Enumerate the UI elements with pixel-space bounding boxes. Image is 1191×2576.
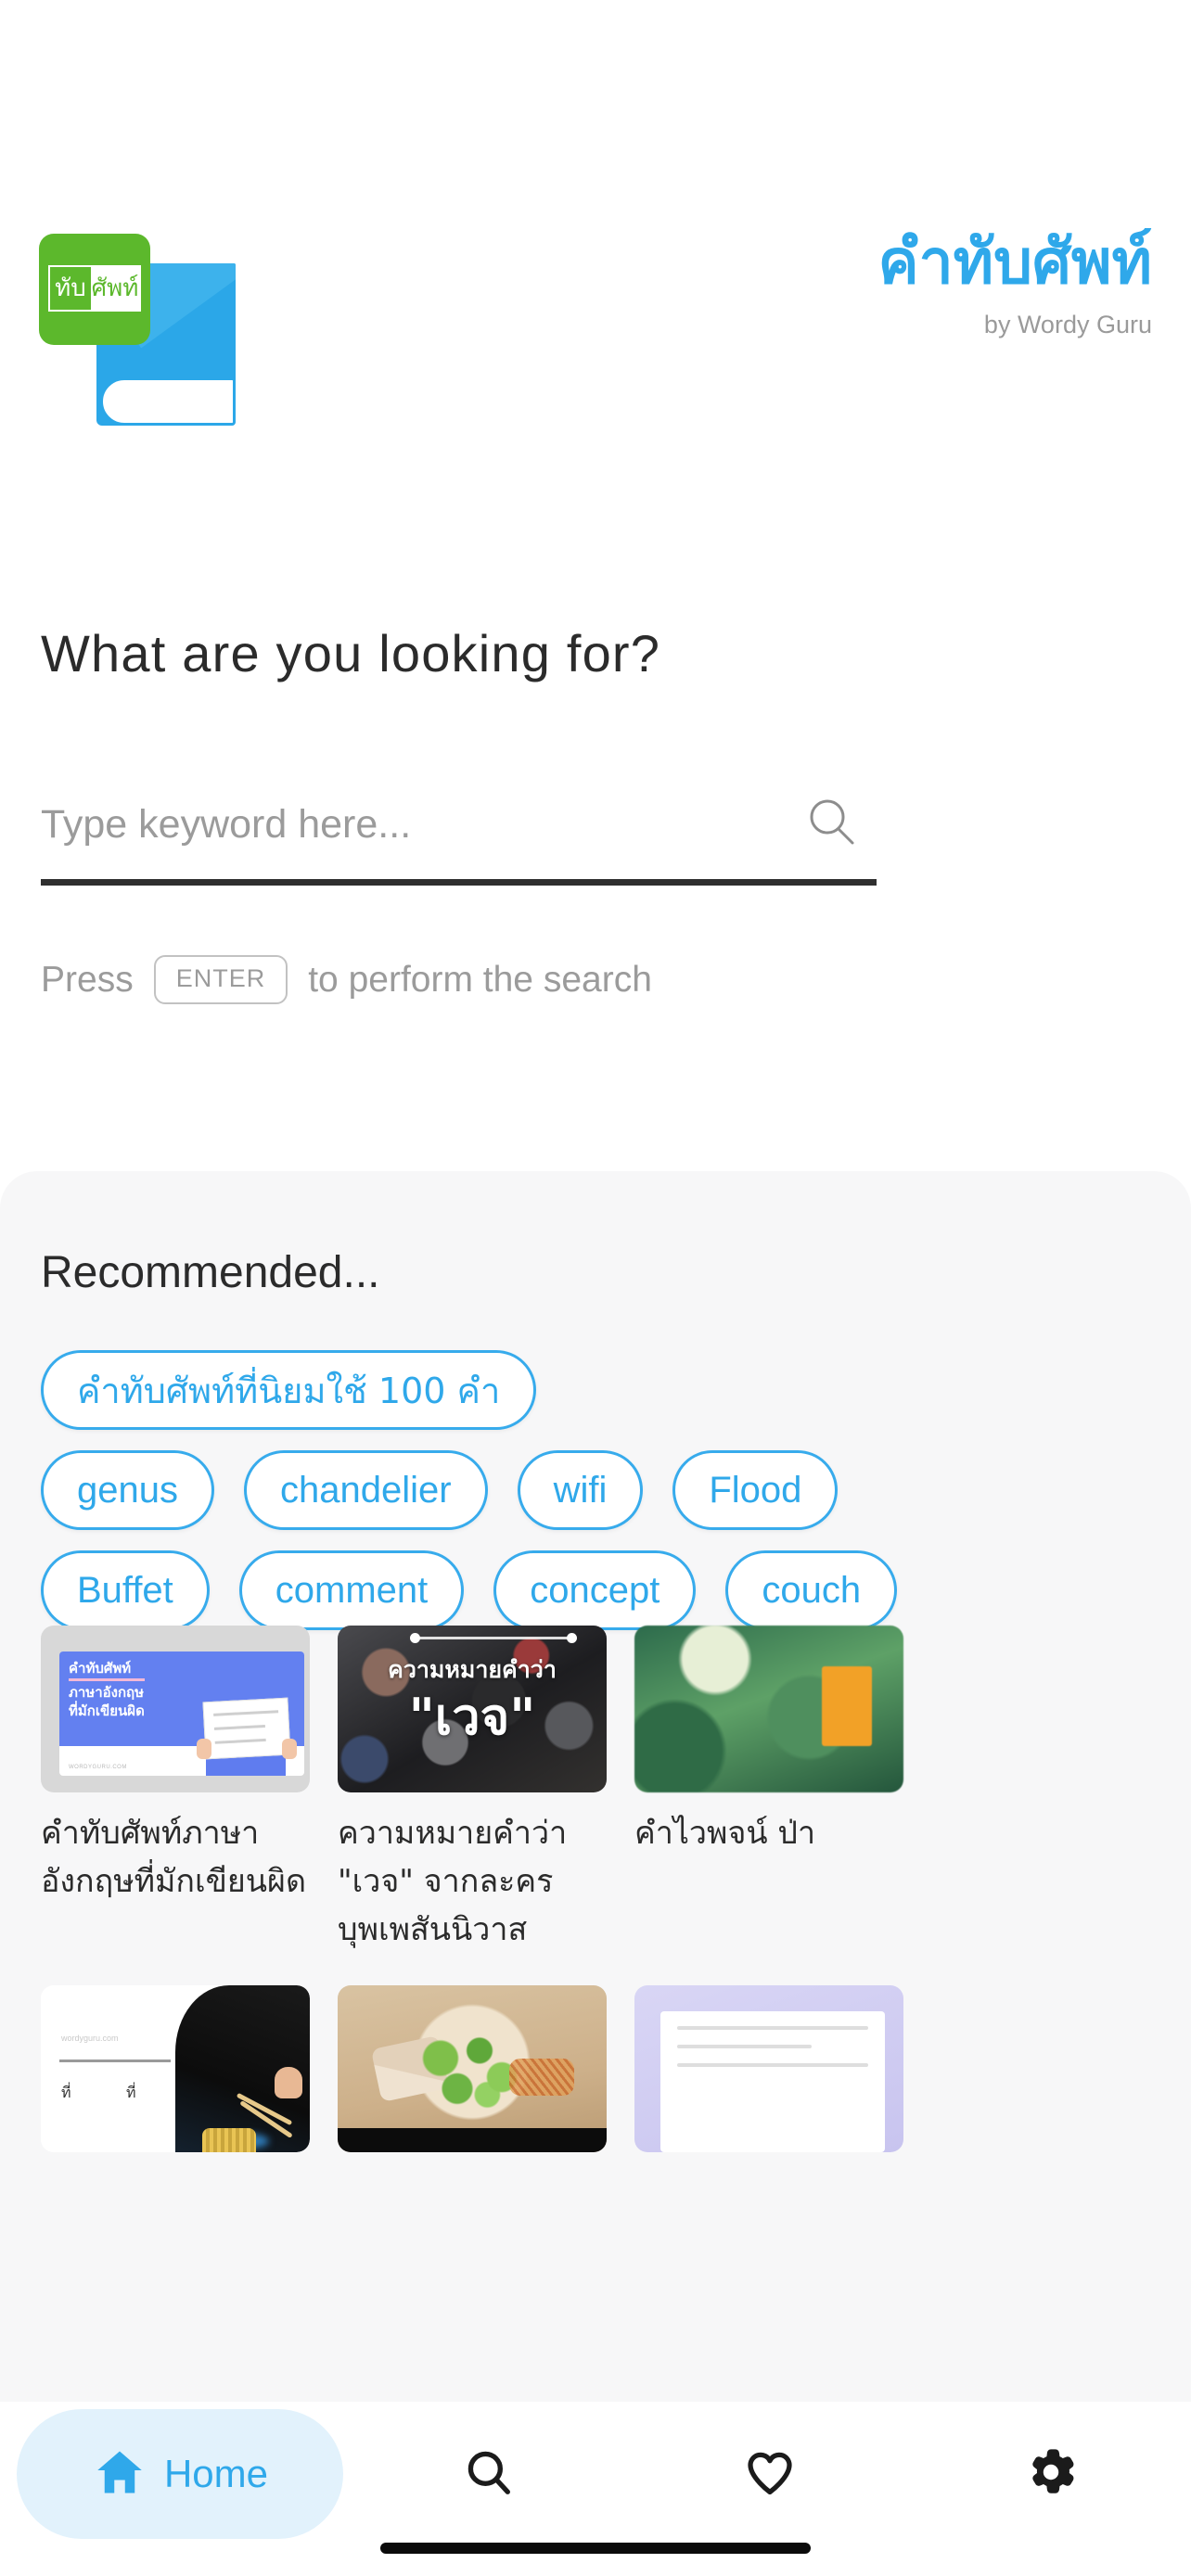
search-hint: Press ENTER to perform the search [41,955,652,1004]
app-subtitle: by Wordy Guru [983,311,1152,338]
thumb-text-1: ที่ [61,2084,71,2101]
thumb-line-3: ที่มักเขียนผิด [69,1702,145,1719]
chip-row: Buffet comment concept couch [41,1550,1191,1630]
article-thumbnail: wordyguru.com ที่ ที่ [41,1985,310,2152]
article-title: คำทับศัพท์ภาษาอังกฤษที่มักเขียนผิด [41,1815,307,1900]
nav-item-favorites[interactable] [630,2409,911,2539]
nav-item-settings[interactable] [910,2409,1191,2539]
logo-wordmark: ทับ ศัพท์ [48,265,141,312]
article-card[interactable]: คำไวพจน์ ป่า [634,1626,903,1954]
article-title: ความหมายคำว่า "เวจ" จากละครบุพเพสันนิวาส [338,1815,568,1948]
recommended-panel: Recommended... คำทับศัพท์ที่นิยมใช้ 100 … [0,1171,1191,2409]
article-thumbnail [338,1985,607,2152]
recommended-title: Recommended... [41,1248,380,1297]
article-thumbnail [634,1985,903,2152]
logo-text-right: ศัพท์ [91,267,139,310]
nav-item-home[interactable]: Home [17,2409,343,2539]
article-thumbnail: คำทับศัพท์ ภาษาอังกฤษ ที่มักเขียนผิด WOR… [41,1626,310,1792]
hint-after: to perform the search [308,959,652,1000]
chip-item[interactable]: concept [493,1550,697,1630]
article-card[interactable] [634,1985,903,2152]
enter-key-badge: ENTER [153,955,288,1004]
nav-item-search[interactable] [349,2409,630,2539]
chip-row: คำทับศัพท์ที่นิยมใช้ 100 คำ [41,1350,1191,1430]
home-icon [92,2444,147,2505]
app-logo: ทับ ศัพท์ [39,234,236,433]
search-icon [462,2445,516,2504]
thumb-text-2: ที่ [126,2084,136,2101]
article-title: คำไวพจน์ ป่า [634,1815,816,1852]
gear-icon [1024,2445,1078,2504]
article-row: คำทับศัพท์ ภาษาอังกฤษ ที่มักเขียนผิด WOR… [41,1626,1191,1954]
app-title: คำทับศัพท์ [877,226,1152,298]
logo-tile: ทับ ศัพท์ [39,234,150,345]
chip-item[interactable]: Flood [672,1450,839,1530]
thumb-overlay-1: ความหมายคำว่า [388,1656,557,1683]
page-title: What are you looking for? [41,624,661,682]
search-box[interactable] [41,774,877,886]
article-thumbnail [634,1626,903,1792]
nav-label-home: Home [163,2452,269,2495]
home-indicator [380,2543,811,2554]
app-header: ทับ ศัพท์ คำทับศัพท์ by Wordy Guru [0,223,1191,427]
chip-item[interactable]: genus [41,1450,214,1530]
article-row: wordyguru.com ที่ ที่ [41,1985,1191,2152]
chip-item[interactable]: couch [725,1550,898,1630]
article-grid: คำทับศัพท์ ภาษาอังกฤษ ที่มักเขียนผิด WOR… [41,1626,1191,2184]
book-page [100,377,236,426]
article-card[interactable]: คำทับศัพท์ ภาษาอังกฤษ ที่มักเขียนผิด WOR… [41,1626,310,1954]
chip-item[interactable]: wifi [517,1450,644,1530]
logo-text-left: ทับ [50,267,91,310]
search-icon[interactable] [804,795,860,850]
recommended-chips: คำทับศัพท์ที่นิยมใช้ 100 คำ genus chande… [41,1350,1191,1651]
thumb-line-2: ภาษาอังกฤษ [69,1684,145,1701]
article-thumbnail: ความหมายคำว่า "เวจ" [338,1626,607,1792]
app-screen: ทับ ศัพท์ คำทับศัพท์ by Wordy Guru What … [0,0,1191,2576]
brand-block: คำทับศัพท์ by Wordy Guru [877,223,1152,343]
chip-row: genus chandelier wifi Flood [41,1450,1191,1530]
chip-item[interactable]: chandelier [243,1450,488,1530]
thumb-line-1: คำทับศัพท์ [69,1660,132,1677]
article-card[interactable]: wordyguru.com ที่ ที่ [41,1985,310,2152]
chip-item[interactable]: Buffet [41,1550,210,1630]
chip-item[interactable]: comment [238,1550,465,1630]
heart-icon [742,2444,798,2505]
article-card[interactable]: ความหมายคำว่า "เวจ" ความหมายคำว่า "เวจ" … [338,1626,607,1954]
article-card[interactable] [338,1985,607,2152]
thumb-overlay-2: "เวจ" [408,1688,536,1746]
thumb-watermark: wordyguru.com [61,2034,119,2043]
hint-before: Press [41,959,134,1000]
search-input[interactable] [41,787,774,861]
bottom-navigation: Home [0,2402,1191,2576]
thumb-watermark: WORDYGURU.COM [69,1765,127,1770]
chip-item[interactable]: คำทับศัพท์ที่นิยมใช้ 100 คำ [41,1350,537,1430]
